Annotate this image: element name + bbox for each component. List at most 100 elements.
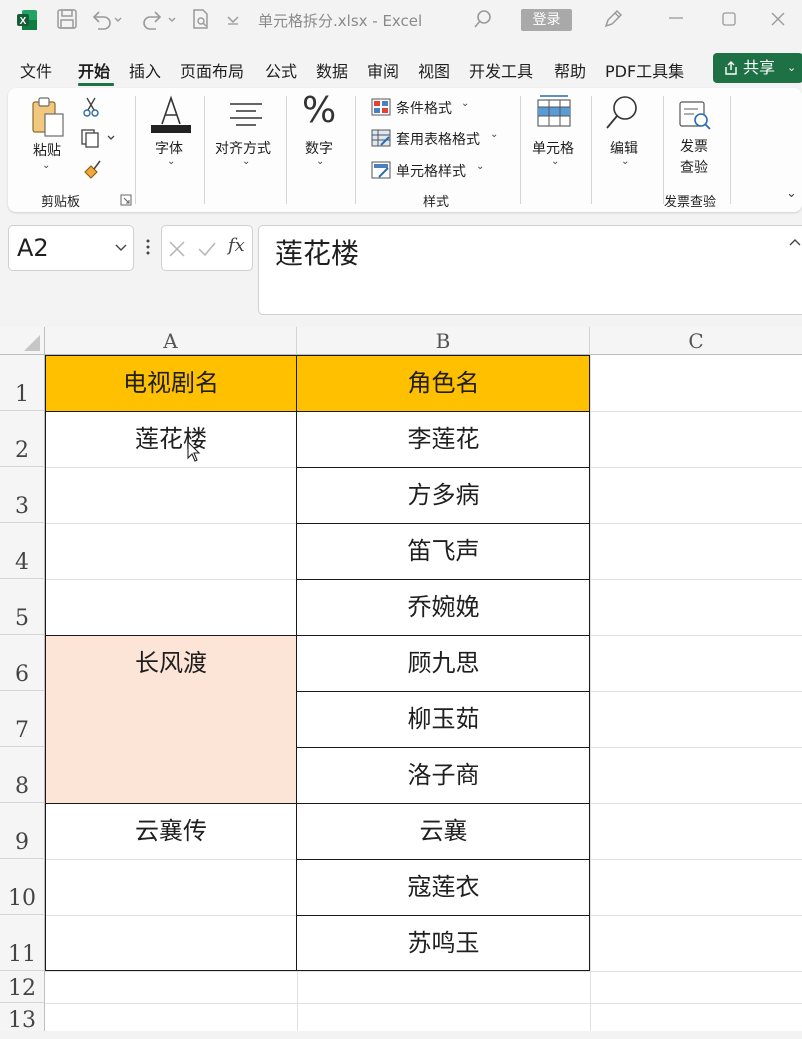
row-header[interactable]: 5 bbox=[0, 579, 45, 635]
enter-icon[interactable] bbox=[197, 240, 217, 258]
cell-a2-show[interactable]: 莲花楼 bbox=[45, 411, 297, 467]
cell-style-chevron-icon[interactable]: ⌄ bbox=[476, 161, 484, 172]
cell-b1-header[interactable]: 角色名 bbox=[297, 355, 590, 411]
close-icon[interactable] bbox=[770, 11, 786, 27]
name-box-chevron-icon[interactable] bbox=[115, 244, 127, 252]
conditional-format-chevron-icon[interactable]: ⌄ bbox=[461, 98, 469, 109]
number-chevron-icon[interactable]: ⌄ bbox=[316, 156, 324, 167]
alignment-icon[interactable] bbox=[226, 100, 266, 130]
print-preview-icon[interactable] bbox=[190, 8, 212, 30]
cell-b-character[interactable]: 苏鸣玉 bbox=[297, 915, 590, 971]
conditional-format-label[interactable]: 条件格式 bbox=[396, 98, 452, 118]
table-format-label[interactable]: 套用表格格式 bbox=[396, 129, 480, 149]
tab-pdf-tools[interactable]: PDF工具集 bbox=[605, 58, 684, 82]
column-header-a[interactable]: A bbox=[45, 327, 297, 355]
customize-toolbar-icon[interactable] bbox=[226, 8, 240, 30]
pen-icon[interactable] bbox=[602, 8, 624, 30]
row-header[interactable]: 4 bbox=[0, 523, 45, 579]
redo-icon[interactable] bbox=[140, 8, 178, 30]
row-header[interactable]: 3 bbox=[0, 467, 45, 523]
tab-data[interactable]: 数据 bbox=[316, 58, 348, 82]
tab-help[interactable]: 帮助 bbox=[554, 58, 586, 82]
paste-chevron-icon[interactable]: ⌄ bbox=[42, 160, 50, 171]
row-header[interactable]: 10 bbox=[0, 859, 45, 915]
cell-b-character[interactable]: 笛飞声 bbox=[297, 523, 590, 579]
cell-b-character[interactable]: 方多病 bbox=[297, 467, 590, 523]
tab-file[interactable]: 文件 bbox=[20, 58, 52, 82]
cell-b-character[interactable]: 李莲花 bbox=[297, 411, 590, 467]
editing-search-icon[interactable] bbox=[604, 94, 640, 132]
number-label[interactable]: 数字 bbox=[305, 138, 333, 158]
table-format-icon[interactable] bbox=[371, 129, 391, 147]
cancel-icon[interactable] bbox=[168, 240, 186, 258]
formula-bar[interactable]: 莲花楼 bbox=[258, 225, 802, 315]
more-options-icon[interactable] bbox=[145, 238, 151, 256]
paste-icon[interactable] bbox=[30, 96, 66, 140]
save-icon[interactable] bbox=[56, 8, 78, 30]
cell-a9-show[interactable]: 云襄传 bbox=[45, 803, 297, 859]
column-header-b[interactable]: B bbox=[297, 327, 590, 355]
column-header-c[interactable]: C bbox=[590, 327, 802, 355]
format-painter-icon[interactable] bbox=[82, 158, 102, 180]
collapse-formula-bar-icon[interactable] bbox=[789, 238, 801, 246]
editing-label[interactable]: 编辑 bbox=[610, 138, 638, 158]
ribbon-collapse-chevron-icon[interactable]: ⌄ bbox=[786, 186, 797, 201]
editing-chevron-icon[interactable]: ⌄ bbox=[621, 156, 629, 167]
cell-b-character[interactable]: 洛子商 bbox=[297, 747, 590, 803]
alignment-chevron-icon[interactable]: ⌄ bbox=[242, 156, 250, 167]
tab-review[interactable]: 审阅 bbox=[367, 58, 399, 82]
minimize-icon[interactable] bbox=[668, 16, 684, 20]
alignment-label[interactable]: 对齐方式 bbox=[215, 138, 271, 158]
cut-icon[interactable] bbox=[82, 96, 100, 118]
maximize-icon[interactable] bbox=[722, 12, 736, 26]
invoice-check-label-line1[interactable]: 发票 bbox=[680, 136, 708, 156]
font-icon[interactable] bbox=[150, 94, 192, 134]
tab-home[interactable]: 开始 bbox=[78, 58, 110, 82]
font-label[interactable]: 字体 bbox=[155, 138, 183, 158]
row-header[interactable]: 2 bbox=[0, 411, 45, 467]
search-icon[interactable] bbox=[472, 8, 494, 30]
invoice-check-label-line2[interactable]: 查验 bbox=[680, 157, 708, 177]
font-chevron-icon[interactable]: ⌄ bbox=[167, 156, 175, 167]
worksheet-grid[interactable]: A B C 1 2 3 4 5 6 7 8 9 10 11 12 13 电视剧名 bbox=[0, 327, 802, 1033]
select-all-corner[interactable] bbox=[0, 327, 45, 355]
cell-a6-show[interactable]: 长风渡 bbox=[45, 635, 297, 691]
tab-insert[interactable]: 插入 bbox=[129, 58, 161, 82]
row-header[interactable]: 9 bbox=[0, 803, 45, 859]
percent-icon[interactable]: % bbox=[302, 90, 336, 131]
share-chevron-icon[interactable]: ⌄ bbox=[787, 53, 796, 83]
cell-b-character[interactable]: 顾九思 bbox=[297, 635, 590, 691]
login-button[interactable]: 登录 bbox=[521, 9, 572, 31]
copy-icon[interactable] bbox=[80, 128, 116, 148]
share-button[interactable]: 共享 ⌄ bbox=[713, 53, 802, 83]
row-header[interactable]: 11 bbox=[0, 915, 45, 971]
table-format-chevron-icon[interactable]: ⌄ bbox=[490, 129, 498, 140]
row-header[interactable]: 12 bbox=[0, 971, 45, 1003]
tab-formulas[interactable]: 公式 bbox=[265, 58, 297, 82]
insert-function-button[interactable]: fx bbox=[228, 235, 245, 256]
tab-view[interactable]: 视图 bbox=[418, 58, 450, 82]
cells-label[interactable]: 单元格 bbox=[532, 138, 574, 158]
tab-developer[interactable]: 开发工具 bbox=[469, 58, 533, 82]
cell-b-character[interactable]: 乔婉娩 bbox=[297, 579, 590, 635]
cell-style-label[interactable]: 单元格样式 bbox=[396, 161, 466, 181]
cell-b-character[interactable]: 柳玉茹 bbox=[297, 691, 590, 747]
tab-page-layout[interactable]: 页面布局 bbox=[180, 58, 244, 82]
cells-icon[interactable] bbox=[536, 94, 572, 130]
undo-icon[interactable] bbox=[90, 8, 124, 30]
row-header[interactable]: 6 bbox=[0, 635, 45, 691]
row-header[interactable]: 13 bbox=[0, 1003, 45, 1033]
cell-a1-header[interactable]: 电视剧名 bbox=[45, 355, 297, 411]
cell-b-character[interactable]: 云襄 bbox=[297, 803, 590, 859]
cells-chevron-icon[interactable]: ⌄ bbox=[551, 156, 559, 167]
clipboard-launcher-icon[interactable] bbox=[120, 194, 132, 206]
invoice-check-icon[interactable] bbox=[678, 100, 712, 130]
row-header[interactable]: 7 bbox=[0, 691, 45, 747]
paste-label[interactable]: 粘贴 bbox=[33, 140, 61, 160]
name-box[interactable]: A2 bbox=[8, 225, 134, 271]
row-header[interactable]: 8 bbox=[0, 747, 45, 803]
cell-b-character[interactable]: 寇莲衣 bbox=[297, 859, 590, 915]
cell-style-icon[interactable] bbox=[371, 161, 391, 179]
conditional-format-icon[interactable] bbox=[371, 98, 391, 116]
row-header[interactable]: 1 bbox=[0, 355, 45, 411]
